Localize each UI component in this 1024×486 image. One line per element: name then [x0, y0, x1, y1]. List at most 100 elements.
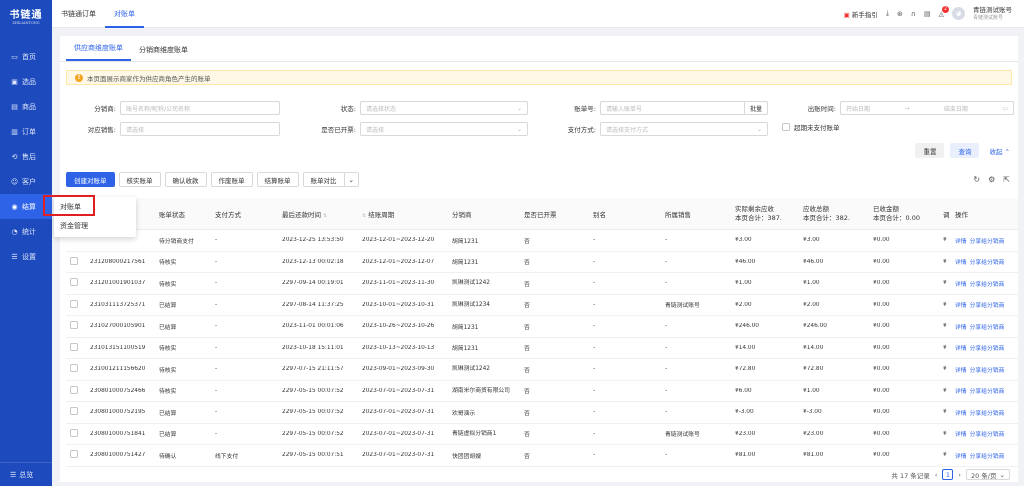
batch-button[interactable]: 批量 [744, 101, 768, 115]
row-checkbox[interactable] [70, 364, 78, 373]
row-checkbox[interactable] [70, 342, 78, 351]
share-link[interactable]: 分享给分销商 [970, 282, 1005, 288]
detail-link[interactable]: 详情 [955, 282, 967, 288]
detail-link[interactable]: 详情 [955, 368, 967, 374]
guide-link[interactable]: ▣ 新手指引 [844, 9, 878, 19]
sidebar-item-stats[interactable]: ◔ 统计 [0, 219, 52, 244]
query-button[interactable]: 查询 [950, 143, 980, 158]
detail-link[interactable]: 详情 [955, 411, 967, 417]
share-link[interactable]: 分享给分销商 [970, 346, 1005, 352]
sort-icon[interactable]: ⇅ [362, 213, 366, 219]
pay-select[interactable]: 请选择支付方式 ⌄ [600, 122, 768, 136]
submenu-item-funds[interactable]: 资金管理 [54, 216, 136, 235]
page-number[interactable]: 1 [942, 469, 954, 480]
cell-no: 230801000751841 [90, 430, 146, 437]
cell-cut: ¥ [943, 387, 947, 394]
share-link[interactable]: 分享给分销商 [970, 239, 1005, 245]
detail-link[interactable]: 详情 [955, 389, 967, 395]
detail-link[interactable]: 详情 [955, 325, 967, 331]
overdue-checkbox[interactable]: 超期未支付账单 [782, 122, 840, 132]
row-checkbox[interactable] [70, 450, 78, 459]
table-row: 231208000217561 待核实 - 2023-12-13 00:02:18 20… [66, 251, 1018, 273]
settle-bill-button[interactable]: 结算账单 [256, 172, 299, 187]
cell-period: 2023-12-01~2023-12-07 [362, 258, 435, 265]
share-link[interactable]: 分享给分销商 [970, 260, 1005, 266]
headset-icon[interactable]: ∩ [911, 10, 916, 18]
cell-paid: ¥0.00 [873, 452, 890, 459]
gear-icon[interactable]: ⚙ [988, 175, 995, 184]
cell-remain: ¥-3.00 [735, 409, 754, 416]
bell-icon[interactable]: ◬ 2 [939, 5, 949, 18]
header-period: ⇅ 结账周期 [358, 209, 448, 219]
share-link[interactable]: 分享给分销商 [970, 368, 1005, 374]
row-checkbox[interactable] [70, 428, 78, 437]
void-bill-button[interactable]: 作废账单 [210, 172, 253, 187]
sales-select[interactable]: 请选择 [120, 122, 280, 136]
date-range-input[interactable]: 开始日期 → 结束日期 ▭ [840, 101, 1014, 115]
sidebar-item-customers[interactable]: ☺ 客户 [0, 169, 52, 194]
sidebar-item-aftersale[interactable]: ⟲ 售后 [0, 144, 52, 169]
row-checkbox[interactable] [70, 299, 78, 308]
notice-bar: ! 本页面展示商家作为供应商角色产生的账单 [66, 70, 1012, 85]
sidebar-overview[interactable]: ☰ 总览 [0, 462, 52, 486]
tab-statements[interactable]: 对账单 [105, 0, 144, 28]
cell-period: 2023-10-26~2023-10-26 [362, 323, 435, 330]
share-link[interactable]: 分享给分销商 [970, 303, 1005, 309]
user-info[interactable]: 青链测试账号 青链测试账号 [973, 6, 1012, 22]
sidebar-item-orders[interactable]: ▥ 订单 [0, 119, 52, 144]
cell-pay: 线下支付 [215, 453, 239, 460]
clipboard-icon[interactable]: ▤ [924, 10, 931, 18]
create-statement-button[interactable]: 创建对账单 [66, 172, 115, 187]
detail-link[interactable]: 详情 [955, 239, 967, 245]
chevron-down-icon[interactable]: ⌄ [344, 172, 359, 187]
header-remain: 实际剩余应收 本页合计：387. [731, 205, 799, 223]
status-select[interactable]: 请选择状态 ⌄ [360, 101, 528, 115]
row-checkbox[interactable] [70, 256, 78, 265]
checkbox[interactable] [782, 123, 790, 131]
detail-link[interactable]: 详情 [955, 346, 967, 352]
filter-label: 支付方式: [567, 126, 596, 134]
share-link[interactable]: 分享给分销商 [970, 389, 1005, 395]
avatar[interactable]: ◕ [952, 7, 965, 20]
scan-icon[interactable]: ⊛ [897, 10, 903, 18]
verify-bill-button[interactable]: 核实账单 [118, 172, 161, 187]
share-link[interactable]: 分享给分销商 [970, 325, 1005, 331]
sidebar-item-label: 统计 [22, 227, 36, 236]
prev-page-icon[interactable]: ‹ [935, 471, 938, 479]
row-checkbox[interactable] [70, 278, 78, 287]
detail-link[interactable]: 详情 [955, 260, 967, 266]
tab-supplier-bills[interactable]: 供应商维度账单 [66, 43, 131, 61]
reset-button[interactable]: 重置 [915, 143, 945, 158]
collapse-link[interactable]: 收起 ⌃ [985, 146, 1010, 156]
compare-bill-button[interactable]: 账单对比 [302, 172, 345, 187]
sidebar-item-settings[interactable]: ☰ 设置 [0, 244, 52, 269]
tab-distributor-bills[interactable]: 分销商维度账单 [131, 45, 196, 61]
row-checkbox[interactable] [70, 321, 78, 330]
share-link[interactable]: 分享给分销商 [970, 432, 1005, 438]
tab-orders[interactable]: 书链通订单 [52, 0, 105, 28]
row-checkbox[interactable] [70, 385, 78, 394]
distributor-input[interactable]: 账号名称/昵称/公司名称 [120, 101, 280, 115]
cell-pay: - [215, 366, 218, 373]
cell-alias: - [593, 430, 596, 437]
page-size-select[interactable]: 20 条/页 ⌄ [966, 469, 1010, 480]
download-icon[interactable]: ⤓ [886, 9, 889, 18]
cell-due: 2297-08-14 11:37:25 [282, 301, 344, 308]
sidebar-item-selection[interactable]: ▣ 选品 [0, 69, 52, 94]
share-link[interactable]: 分享给分销商 [970, 454, 1005, 460]
detail-link[interactable]: 详情 [955, 454, 967, 460]
refresh-icon[interactable]: ↻ [973, 175, 980, 184]
invoiced-select[interactable]: 请选择 ⌄ [360, 122, 528, 136]
confirm-receipt-button[interactable]: 确认收款 [164, 172, 207, 187]
detail-link[interactable]: 详情 [955, 432, 967, 438]
bill-no-input[interactable]: 请输入账单号 [600, 101, 744, 115]
sidebar-item-home[interactable]: ▭ 首页 [0, 44, 52, 69]
sidebar-item-goods[interactable]: ▤ 商品 [0, 94, 52, 119]
export-icon[interactable]: ⇱ [1003, 175, 1010, 184]
share-link[interactable]: 分享给分销商 [970, 411, 1005, 417]
detail-link[interactable]: 详情 [955, 303, 967, 309]
sort-icon[interactable]: ⇅ [323, 213, 327, 219]
logo: 书链通 ZHILIANTONG [0, 0, 52, 30]
next-page-icon[interactable]: › [958, 471, 961, 479]
row-checkbox[interactable] [70, 407, 78, 416]
